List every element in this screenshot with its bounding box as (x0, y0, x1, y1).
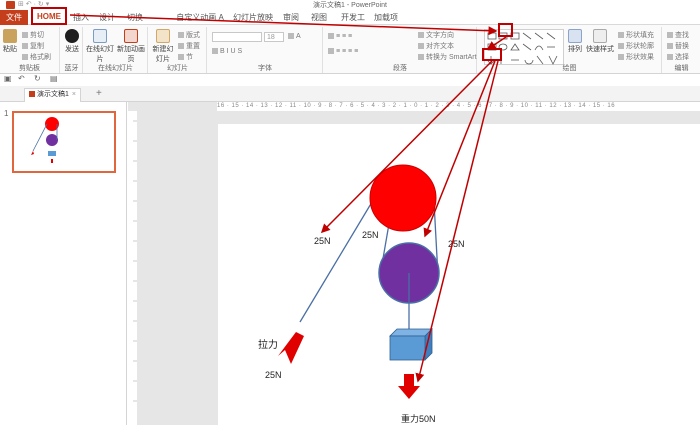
shape-outline-button[interactable]: 形状轮廓 (618, 41, 654, 51)
group-editing: 查找 替换 选择 编辑 (663, 27, 700, 73)
find-button[interactable]: 查找 (667, 30, 689, 40)
new-slide-icon (156, 29, 170, 43)
new-tab-icon[interactable]: + (96, 88, 102, 99)
tab-insert[interactable]: 插入 (72, 10, 90, 25)
convert-smartart-button[interactable]: 转换为 SmartArt (418, 52, 477, 62)
force-label-right: 25N (448, 239, 465, 249)
start-presentation-icon[interactable]: ▤ (50, 74, 58, 83)
highlight-box-shape-top (498, 23, 513, 37)
slide-thumbnail-pane: 1 (0, 102, 127, 425)
list-buttons[interactable]: ≡ ≡ ≡ (328, 33, 352, 40)
pull-arrow (278, 332, 304, 364)
online-slides-icon (93, 29, 107, 43)
group-label-online-slides: 在线幻灯片 (98, 65, 133, 72)
horizontal-ruler: 16 · 15 · 14 · 13 · 12 · 11 · 10 · 9 · 8… (217, 102, 700, 111)
force-label-left: 25N (314, 236, 331, 246)
tab-design[interactable]: 设计 (98, 10, 116, 25)
font-size-input[interactable]: 18 (264, 32, 284, 42)
group-slides: 新建幻灯片 版式 重置 节 幻灯片 (149, 27, 207, 73)
shape-effects-button[interactable]: 形状效果 (618, 52, 654, 62)
new-animation-icon (124, 29, 138, 43)
vertical-ruler-ticks (133, 120, 137, 402)
group-label-slides: 幻灯片 (167, 65, 188, 72)
group-label-paragraph: 段落 (393, 65, 407, 72)
vertical-ruler (128, 111, 137, 425)
tab-custom-animation[interactable]: 自定义动画 A (170, 10, 230, 25)
paste-button[interactable]: 粘贴 (2, 29, 18, 54)
group-label-bluetooth: 蓝牙 (64, 65, 79, 72)
new-slide-button[interactable]: 新建幻灯片 (151, 29, 175, 64)
rope-left (299, 201, 373, 323)
highlight-box-shape-arrow (482, 48, 502, 61)
pull-value-label: 25N (265, 370, 282, 380)
font-grow-button[interactable]: A (288, 33, 301, 40)
thumbnail-drawing (31, 117, 59, 163)
ribbon-tabs: 文件 HOME 插入 设计 切换 自定义动画 A 幻灯片放映 审阅 视图 开发工… (0, 7, 700, 37)
slide-diagram (278, 164, 440, 399)
quick-styles-icon (593, 29, 607, 43)
tab-view[interactable]: 视图 (310, 10, 328, 25)
undo-icon[interactable]: ↶ (18, 74, 25, 83)
bluetooth-send-button[interactable]: 发送 (65, 29, 79, 54)
quick-styles-button[interactable]: 快速样式 (586, 29, 614, 54)
presentation-icon (29, 91, 35, 97)
cut-button[interactable]: 剪切 (22, 30, 44, 40)
group-online-slides: 在线幻灯片 新加动画页 在线幻灯片 (84, 27, 148, 73)
text-direction-button[interactable]: 文字方向 (418, 30, 454, 40)
arrange-button[interactable]: 排列 (566, 29, 584, 54)
tab-addins[interactable]: 加载项 (374, 10, 398, 25)
new-animation-page-button[interactable]: 新加动画页 (117, 29, 145, 64)
shape-fill-button[interactable]: 形状填充 (618, 30, 654, 40)
close-tab-icon[interactable]: × (72, 91, 76, 98)
pull-label: 拉力 (258, 340, 278, 351)
tab-review[interactable]: 审阅 (282, 10, 300, 25)
save-icon[interactable]: ▣ (4, 74, 12, 83)
group-clipboard: 粘贴 剪切 复制 格式刷 剪贴板 (0, 27, 60, 73)
slide-number: 1 (4, 109, 9, 118)
title-bar: ⊞ ↶ · ↻ ▾ 演示文稿1 - PowerPoint (0, 0, 700, 10)
align-text-button[interactable]: 对齐文本 (418, 41, 454, 51)
font-name-input[interactable] (212, 32, 262, 42)
format-painter-button[interactable]: 格式刷 (22, 52, 51, 62)
tab-developer[interactable]: 开发工具 (338, 10, 368, 37)
slide-thumbnail[interactable] (12, 111, 116, 173)
upper-pulley (369, 164, 437, 232)
document-tabs: 演示文稿1 × + (0, 86, 700, 102)
bluetooth-icon (65, 29, 79, 43)
group-label-clipboard: 剪贴板 (19, 65, 40, 72)
group-label-editing: 编辑 (674, 65, 689, 72)
font-style-buttons[interactable]: B I U S (212, 48, 242, 55)
section-button[interactable]: 节 (178, 52, 193, 62)
tab-transitions[interactable]: 切换 (126, 10, 144, 25)
slide[interactable]: 25N 25N 25N 拉力 25N 重力50N (218, 124, 700, 425)
paste-icon (3, 29, 17, 43)
ribbon: 粘贴 剪切 复制 格式刷 剪贴板 发送 蓝牙 在线幻灯片 新加动画页 在线幻灯片… (0, 25, 700, 74)
align-buttons[interactable]: ≡ ≡ ≡ ≡ (328, 48, 358, 55)
online-slides-button[interactable]: 在线幻灯片 (86, 29, 114, 64)
tab-slideshow[interactable]: 幻灯片放映 (233, 10, 273, 25)
reset-button[interactable]: 重置 (178, 41, 200, 51)
copy-button[interactable]: 复制 (22, 41, 44, 51)
replace-button[interactable]: 替换 (667, 41, 689, 51)
weight-block (389, 335, 426, 361)
tab-file[interactable]: 文件 (0, 10, 28, 25)
quick-access-row: ▣ ↶ ↻ ▤ (0, 74, 700, 86)
group-label-drawing: 绘图 (562, 65, 577, 72)
gravity-label: 重力50N (401, 414, 436, 424)
group-paragraph: ≡ ≡ ≡ ≡ ≡ ≡ ≡ 文字方向 对齐文本 转换为 SmartArt 段落 (324, 27, 477, 73)
gravity-arrow (398, 374, 420, 399)
force-label-middle: 25N (362, 230, 379, 240)
redo-icon[interactable]: ↻ (34, 74, 41, 83)
arrange-icon (568, 29, 582, 43)
select-button[interactable]: 选择 (667, 52, 689, 62)
tab-home[interactable]: HOME (31, 7, 67, 25)
window-title: 演示文稿1 - PowerPoint (313, 2, 387, 9)
layout-button[interactable]: 版式 (178, 30, 200, 40)
document-tab[interactable]: 演示文稿1 × (24, 88, 81, 102)
group-bluetooth: 发送 蓝牙 (61, 27, 83, 73)
group-label-font: 字体 (258, 65, 272, 72)
group-font: 18 A B I U S 字体 (208, 27, 323, 73)
